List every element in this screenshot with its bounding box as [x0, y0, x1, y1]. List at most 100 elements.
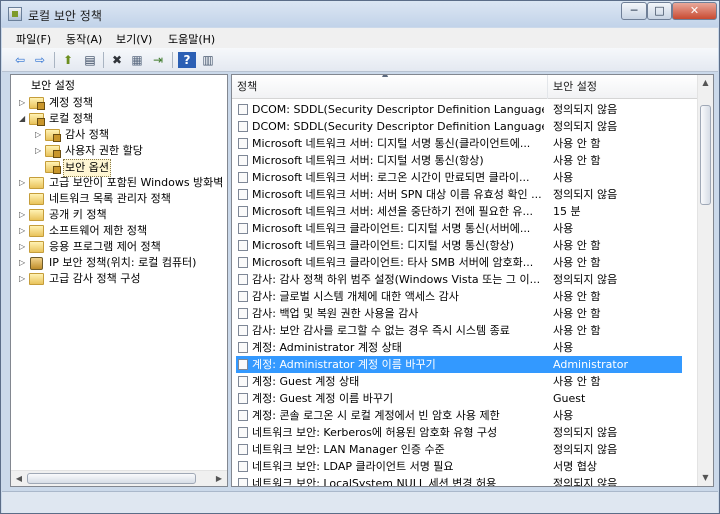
policy-name: 계정: 콘솔 로그온 시 로컬 계정에서 빈 암호 사용 제한 — [252, 409, 500, 422]
up-folder-icon[interactable]: ⬆ — [59, 52, 77, 68]
policy-row[interactable]: 감사: 보안 감사를 로그할 수 없는 경우 즉시 시스템 종료 사용 안 함 — [232, 322, 698, 339]
policy-row[interactable]: 네트워크 보안: LocalSystem NULL 세션 변경 허용 정의되지 않… — [232, 475, 698, 486]
tree-item-security-settings[interactable]: 보안 설정 — [15, 78, 215, 94]
expand-arrow-icon[interactable]: ▷ — [19, 95, 28, 111]
tree-item-public-key-policies[interactable]: ▷ 공개 키 정책 — [11, 207, 211, 223]
policy-row[interactable]: Microsoft 네트워크 클라이언트: 디지털 서명 통신(서버에... 사용 — [232, 220, 698, 237]
tree-item-label: 사용자 권한 할당 — [65, 144, 143, 157]
toolbar: ⇦ ⇨ ⬆ ▤ ✖ ▦ ⇥ ? ▥ — [2, 48, 718, 72]
title-bar[interactable]: 로컬 보안 정책 ─ □ ✕ — [1, 1, 719, 27]
policy-row[interactable]: 계정: Guest 계정 이름 바꾸기 Guest — [232, 390, 698, 407]
tree-item-security-options[interactable]: 보안 옵션 — [11, 159, 211, 177]
tree-item-software-restriction[interactable]: ▷ 소프트웨어 제한 정책 — [11, 223, 211, 239]
show-hide-tree-icon[interactable]: ▤ — [81, 52, 99, 68]
help-icon[interactable]: ? — [178, 52, 196, 68]
expand-arrow-icon[interactable]: ▷ — [35, 143, 44, 159]
policy-setting-value: 사용 안 함 — [553, 290, 601, 303]
tree-item-local-policies[interactable]: ◢ 로컬 정책 — [11, 111, 211, 127]
app-icon — [8, 7, 22, 21]
policy-name: 네트워크 보안: LAN Manager 인증 수준 — [252, 443, 445, 456]
expand-arrow-icon[interactable]: ▷ — [19, 271, 28, 287]
scrollbar-thumb[interactable] — [700, 105, 711, 205]
tree-item-label: 고급 감사 정책 구성 — [49, 272, 141, 285]
expand-arrow-icon[interactable]: ▷ — [19, 255, 28, 271]
forward-arrow-icon[interactable]: ⇨ — [31, 52, 49, 68]
tree-item-user-rights[interactable]: ▷ 사용자 권한 할당 — [11, 143, 211, 159]
tree-item-audit-policy[interactable]: ▷ 감사 정책 — [11, 127, 211, 143]
properties-icon[interactable]: ▦ — [128, 52, 146, 68]
policy-setting-value: 사용 — [553, 409, 574, 422]
folder-icon — [29, 225, 44, 237]
close-button[interactable]: ✕ — [672, 2, 717, 20]
policy-item-icon — [238, 121, 248, 132]
policy-item-icon — [238, 291, 248, 302]
policy-row[interactable]: Microsoft 네트워크 서버: 로그온 시간이 만료되면 클라이... 사용 — [232, 169, 698, 186]
scroll-left-icon[interactable]: ◀ — [11, 471, 27, 486]
scroll-up-icon[interactable]: ▲ — [698, 75, 713, 91]
menu-file[interactable]: 파일(F) — [16, 31, 51, 47]
policy-row[interactable]: 계정: Administrator 계정 상태 사용 — [232, 339, 698, 356]
scroll-right-icon[interactable]: ▶ — [211, 471, 227, 486]
tree-item-label: 로컬 정책 — [49, 112, 93, 125]
policy-row[interactable]: 네트워크 보안: Kerberos에 허용된 암호화 유형 구성 정의되지 않음 — [232, 424, 698, 441]
policy-row[interactable]: 계정: 콘솔 로그온 시 로컬 계정에서 빈 암호 사용 제한 사용 — [232, 407, 698, 424]
policy-setting-value: Administrator — [553, 358, 628, 371]
expand-arrow-icon[interactable]: ▷ — [35, 127, 44, 143]
policy-row[interactable]: Microsoft 네트워크 클라이언트: 타사 SMB 서버에 암호화... 사… — [232, 254, 698, 271]
policy-item-icon — [238, 359, 248, 370]
policy-setting-value: 서명 협상 — [553, 460, 597, 473]
policy-item-icon — [238, 325, 248, 336]
expand-arrow-icon[interactable]: ▷ — [19, 175, 28, 191]
tree-item-ip-security[interactable]: ▷ IP 보안 정책(위치: 로컬 컴퓨터) — [11, 255, 211, 271]
policy-row[interactable]: Microsoft 네트워크 서버: 디지털 서명 통신(클라이언트에... 사용… — [232, 135, 698, 152]
tree-item-application-control[interactable]: ▷ 응용 프로그램 제어 정책 — [11, 239, 211, 255]
expand-arrow-icon[interactable]: ▷ — [19, 207, 28, 223]
delete-icon[interactable]: ✖ — [108, 52, 126, 68]
policy-item-icon — [238, 189, 248, 200]
minimize-button[interactable]: ─ — [621, 2, 647, 20]
export-list-icon[interactable]: ⇥ — [149, 52, 167, 68]
policy-row[interactable]: 네트워크 보안: LDAP 클라이언트 서명 필요 서명 협상 — [232, 458, 698, 475]
policy-row[interactable]: Microsoft 네트워크 서버: 디지털 서명 통신(항상) 사용 안 함 — [232, 152, 698, 169]
back-arrow-icon[interactable]: ⇦ — [11, 52, 29, 68]
expand-arrow-icon[interactable]: ▷ — [19, 223, 28, 239]
scrollbar-thumb[interactable] — [27, 473, 196, 484]
console-tree-pane[interactable]: 보안 설정 ▷ 계정 정책 ◢ 로컬 정책 ▷ 감사 정책 ▷ 사용자 권한 할… — [10, 74, 228, 487]
tree-item-advanced-audit[interactable]: ▷ 고급 감사 정책 구성 — [11, 271, 211, 287]
policy-row[interactable]: DCOM: SDDL(Security Descriptor Definitio… — [232, 118, 698, 135]
tree-horizontal-scrollbar[interactable]: ◀ ▶ — [11, 470, 227, 486]
tree-item-windows-firewall[interactable]: ▷ 고급 보안이 포함된 Windows 방화벽 — [11, 175, 226, 191]
policy-item-icon — [238, 138, 248, 149]
policy-row[interactable]: Microsoft 네트워크 서버: 세션을 중단하기 전에 필요한 유... 1… — [232, 203, 698, 220]
list-vertical-scrollbar[interactable]: ▲ ▼ — [697, 75, 713, 486]
tree-item-network-list-manager[interactable]: 네트워크 목록 관리자 정책 — [11, 191, 211, 207]
policy-row[interactable]: Microsoft 네트워크 클라이언트: 디지털 서명 통신(항상) 사용 안 … — [232, 237, 698, 254]
policy-name: Microsoft 네트워크 클라이언트: 디지털 서명 통신(항상) — [252, 239, 514, 252]
column-header-security-setting[interactable]: 보안 설정 — [548, 75, 698, 99]
policy-setting-value: 정의되지 않음 — [553, 103, 618, 116]
policy-row[interactable]: DCOM: SDDL(Security Descriptor Definitio… — [232, 101, 698, 118]
policy-row[interactable]: 감사: 백업 및 복원 권한 사용을 감사 사용 안 함 — [232, 305, 698, 322]
maximize-button[interactable]: □ — [647, 2, 672, 20]
policy-folder-icon — [45, 129, 61, 142]
help-topics-icon[interactable]: ▥ — [199, 52, 217, 68]
policy-row[interactable]: 감사: 감사 정책 하위 범주 설정(Windows Vista 또는 그 이.… — [232, 271, 698, 288]
collapse-arrow-icon[interactable]: ◢ — [19, 111, 28, 127]
policy-row[interactable]: 감사: 글로벌 시스템 개체에 대한 액세스 감사 사용 안 함 — [232, 288, 698, 305]
policy-row[interactable]: 계정: Guest 계정 상태 사용 안 함 — [232, 373, 698, 390]
policy-setting-value: 사용 안 함 — [553, 324, 601, 337]
menu-view[interactable]: 보기(V) — [116, 31, 152, 47]
menu-help[interactable]: 도움말(H) — [168, 31, 215, 47]
expand-arrow-icon[interactable]: ▷ — [19, 239, 28, 255]
column-header-policy[interactable]: 정책 — [232, 75, 548, 99]
policy-list-pane[interactable]: ▲ 정책 보안 설정 DCOM: SDDL(Security Descripto… — [231, 74, 714, 487]
policy-name: Microsoft 네트워크 클라이언트: 디지털 서명 통신(서버에... — [252, 222, 531, 235]
policy-row[interactable]: 계정: Administrator 계정 이름 바꾸기 Administrator — [236, 356, 682, 373]
menu-action[interactable]: 동작(A) — [66, 31, 102, 47]
policy-row[interactable]: Microsoft 네트워크 서버: 서버 SPN 대상 이름 유효성 확인 .… — [232, 186, 698, 203]
tree-item-account-policies[interactable]: ▷ 계정 정책 — [11, 95, 211, 111]
policy-row[interactable]: 네트워크 보안: LAN Manager 인증 수준 정의되지 않음 — [232, 441, 698, 458]
policy-setting-value: 사용 안 함 — [553, 154, 601, 167]
scroll-down-icon[interactable]: ▼ — [698, 470, 713, 486]
policy-name: Microsoft 네트워크 서버: 세션을 중단하기 전에 필요한 유... — [252, 205, 534, 218]
